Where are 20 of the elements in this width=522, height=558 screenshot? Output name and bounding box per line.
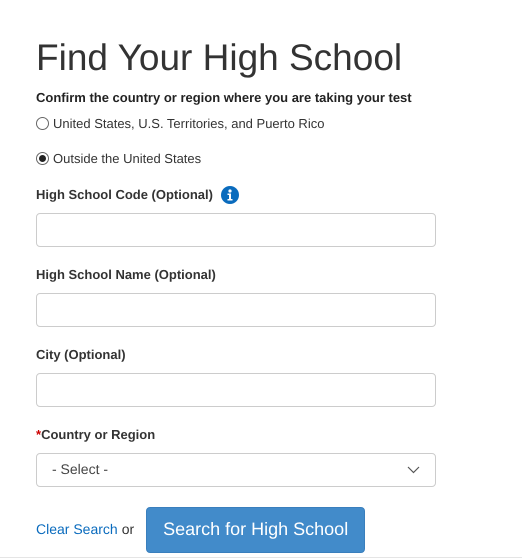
field-label: City (Optional) [36, 346, 126, 364]
chevron-down-icon [407, 466, 420, 474]
clear-search-link[interactable]: Clear Search [36, 519, 118, 540]
location-prompt: Confirm the country or region where you are taking your test [36, 89, 413, 107]
radio-label: United States, U.S. Territories, and Puerto Rico [53, 114, 324, 132]
radio-button[interactable] [36, 152, 49, 166]
text-field[interactable] [36, 212, 436, 246]
search-button[interactable]: Search for High School [146, 506, 366, 552]
field-label: High School Name (Optional) [36, 266, 216, 284]
info-icon[interactable] [220, 186, 239, 204]
field-label: High School Code (Optional) [36, 186, 213, 204]
required-mark: * [36, 426, 42, 444]
radio-button[interactable] [36, 116, 49, 130]
text-field[interactable] [36, 292, 436, 326]
field-label: Country or Region [41, 426, 156, 444]
page-title: Find Your High School [36, 36, 404, 80]
country-select[interactable]: - Select - [36, 452, 436, 486]
or-text: or [122, 520, 134, 539]
text-field[interactable] [36, 372, 436, 406]
radio-label: Outside the United States [53, 150, 202, 168]
